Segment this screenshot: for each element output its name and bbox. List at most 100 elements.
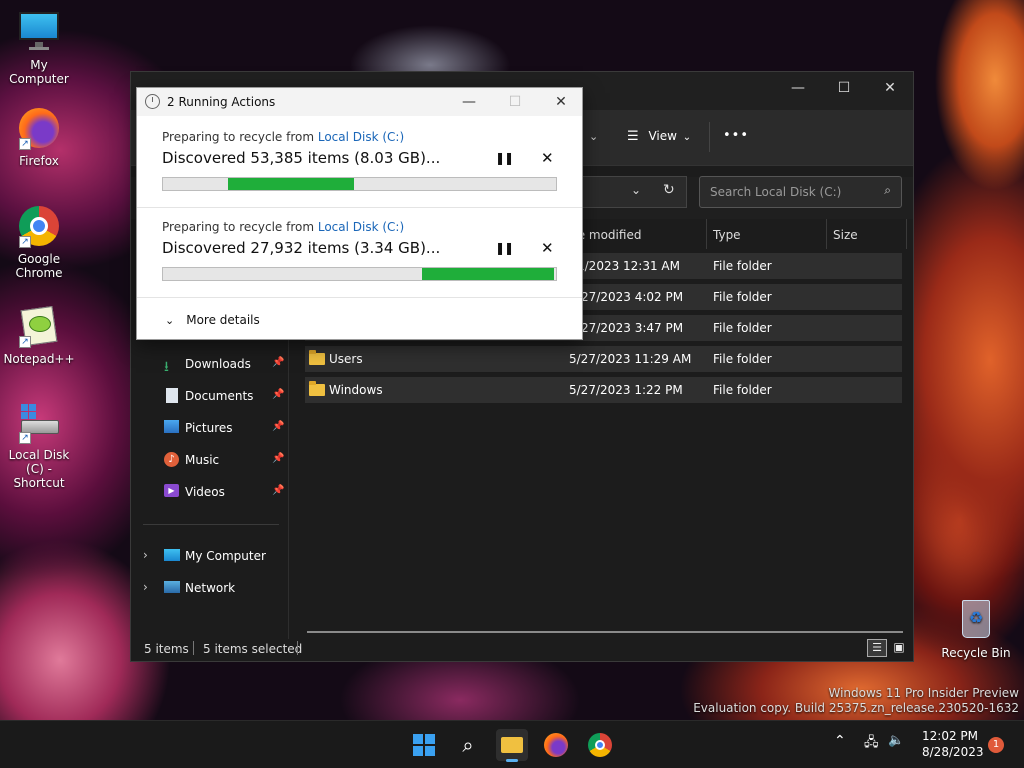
operation-subtitle: Preparing to recycle from Local Disk (C:… [162, 130, 405, 144]
progress-fill [422, 268, 554, 280]
nav-item-music[interactable]: ♪ Music 📌 [131, 447, 289, 473]
desktop-icon-firefox[interactable]: ↗ Firefox [0, 106, 78, 168]
pin-icon[interactable]: 📌 [272, 389, 284, 400]
refresh-icon[interactable]: ↻ [663, 182, 675, 198]
pin-icon[interactable]: 📌 [272, 453, 284, 464]
nav-item-my-computer[interactable]: › My Computer [131, 543, 289, 569]
active-indicator [506, 759, 518, 762]
clock[interactable]: 12:02 PM 8/28/2023 [922, 729, 984, 759]
desktop-icon-recycle-bin[interactable]: ♻ Recycle Bin [936, 598, 1016, 660]
taskbar-firefox[interactable] [540, 729, 572, 761]
source-link[interactable]: Local Disk (C:) [318, 220, 404, 234]
pin-icon[interactable]: 📌 [272, 357, 284, 368]
notification-badge[interactable]: 1 [988, 737, 1004, 753]
chevron-down-icon[interactable]: ⌄ [631, 183, 641, 197]
folder-icon [309, 350, 325, 365]
firefox-icon: ↗ [17, 106, 61, 150]
running-actions-dialog: 2 Running Actions — ☐ ✕ Preparing to rec… [136, 87, 583, 340]
network-icon [164, 581, 180, 593]
pause-button[interactable]: ❚❚ [495, 241, 514, 255]
chevron-up-icon[interactable]: ⌃ [834, 733, 846, 749]
search-icon: ⌕ [884, 183, 891, 197]
list-icon: ☰ [627, 129, 639, 144]
monitor-icon [17, 10, 61, 54]
music-icon: ♪ [164, 452, 179, 467]
taskbar-chrome[interactable] [584, 729, 616, 761]
firefox-icon [544, 733, 568, 757]
search-input[interactable]: Search Local Disk (C:) ⌕ [699, 176, 902, 208]
operation-subtitle: Preparing to recycle from Local Disk (C:… [162, 220, 405, 234]
status-bar: 5 items 5 items selected ☰ ▣ [131, 637, 913, 661]
progress-fill [228, 178, 354, 190]
minimize-button[interactable]: — [775, 72, 821, 104]
column-type[interactable]: Type [707, 219, 827, 249]
maximize-button[interactable]: ☐ [821, 72, 867, 104]
dialog-close-button[interactable]: ✕ [547, 90, 575, 114]
source-link[interactable]: Local Disk (C:) [318, 130, 404, 144]
progress-bar [162, 267, 557, 281]
table-row[interactable]: Windows 5/27/2023 1:22 PM File folder [305, 377, 902, 403]
tiles-view-icon[interactable]: ▣ [890, 639, 908, 657]
chevron-right-icon[interactable]: › [143, 548, 148, 562]
start-button[interactable] [408, 729, 440, 761]
more-details-button[interactable]: ⌄ More details [165, 313, 260, 327]
folder-icon [309, 381, 325, 396]
search-button[interactable]: ⌕ [452, 729, 484, 761]
shortcut-arrow-icon: ↗ [19, 432, 31, 444]
nav-item-network[interactable]: › Network [131, 575, 289, 601]
document-icon [166, 388, 178, 403]
pin-icon[interactable]: 📌 [272, 485, 284, 496]
details-view-icon[interactable]: ☰ [867, 639, 887, 657]
horizontal-scrollbar[interactable] [307, 631, 903, 633]
taskbar-file-explorer[interactable] [496, 729, 528, 762]
folder-icon [501, 737, 523, 753]
desktop-icon-chrome[interactable]: ↗ Google Chrome [0, 204, 78, 280]
desktop-icon-my-computer[interactable]: My Computer [0, 10, 78, 86]
desktop-icon-local-disk-shortcut[interactable]: ↗ Local Disk (C) - Shortcut [0, 400, 78, 490]
operation-item: Preparing to recycle from Local Disk (C:… [137, 208, 582, 298]
chrome-icon: ↗ [17, 204, 61, 248]
table-row[interactable]: Users 5/27/2023 11:29 AM File folder [305, 346, 902, 372]
cancel-operation-button[interactable]: ✕ [541, 149, 554, 167]
dialog-titlebar: 2 Running Actions — ☐ ✕ [137, 88, 582, 116]
column-date-modified[interactable]: te modified [567, 219, 707, 249]
dialog-maximize-button[interactable]: ☐ [501, 90, 529, 114]
nav-item-downloads[interactable]: ⭳ Downloads 📌 [131, 351, 289, 377]
chevron-right-icon[interactable]: › [143, 580, 148, 594]
operation-status: Discovered 53,385 items (8.03 GB)... [162, 149, 441, 167]
nav-item-pictures[interactable]: Pictures 📌 [131, 415, 289, 441]
desktop-icon-notepadpp[interactable]: ↗ Notepad++ [0, 304, 78, 366]
chevron-down-icon: ⌄ [682, 132, 692, 143]
shortcut-arrow-icon: ↗ [19, 336, 31, 348]
dialog-minimize-button[interactable]: — [455, 90, 483, 114]
network-tray-icon[interactable]: 🖧 [864, 733, 879, 755]
windows-logo-icon [413, 734, 435, 756]
address-bar[interactable]: ⌄ ↻ [571, 176, 687, 208]
operation-item: Preparing to recycle from Local Disk (C:… [137, 118, 582, 208]
picture-icon [164, 420, 179, 433]
chevron-down-icon[interactable]: ⌄ [589, 130, 598, 143]
view-button[interactable]: ☰ View ⌄ [627, 129, 691, 144]
pause-button[interactable]: ❚❚ [495, 151, 514, 165]
clock-icon [145, 94, 160, 109]
pin-icon[interactable]: 📌 [272, 421, 284, 432]
more-options-button[interactable]: ••• [723, 128, 749, 143]
nav-item-videos[interactable]: ▶ Videos 📌 [131, 479, 289, 505]
close-button[interactable]: ✕ [867, 72, 913, 104]
chrome-icon [588, 733, 612, 757]
operation-status: Discovered 27,932 items (3.34 GB)... [162, 239, 441, 257]
download-icon: ⭳ [164, 359, 169, 375]
nav-divider [143, 524, 279, 525]
dialog-title: 2 Running Actions [167, 95, 276, 109]
watermark-edition: Windows 11 Pro Insider Preview [828, 686, 1019, 700]
recycle-bin-icon: ♻ [954, 598, 998, 642]
volume-icon[interactable]: 🔈 [888, 733, 904, 748]
video-icon: ▶ [164, 484, 179, 497]
nav-item-documents[interactable]: Documents 📌 [131, 383, 289, 409]
monitor-icon [164, 549, 180, 561]
chevron-down-icon: ⌄ [165, 314, 175, 327]
taskbar: ⌕ ⌃ 🖧 🔈 12:02 PM 8/28/2023 1 [0, 720, 1024, 768]
cancel-operation-button[interactable]: ✕ [541, 239, 554, 257]
shortcut-arrow-icon: ↗ [19, 236, 31, 248]
column-size[interactable]: Size [827, 219, 907, 249]
